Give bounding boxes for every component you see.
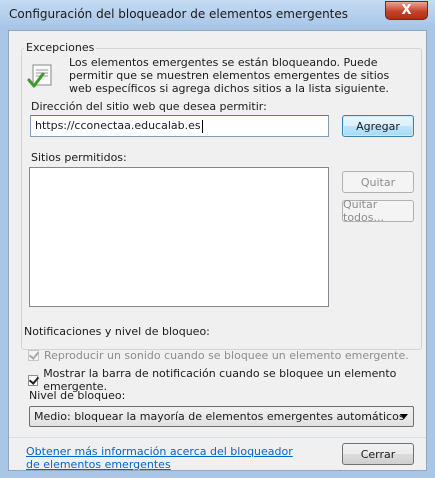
title-bar: Configuración del bloqueador de elemento… — [0, 0, 435, 30]
exceptions-group-label: Excepciones — [24, 41, 97, 54]
sound-option[interactable]: Reproducir un sonido cuando se bloquee u… — [28, 349, 409, 362]
close-button[interactable]: Cerrar — [342, 443, 414, 465]
window-title: Configuración del bloqueador de elemento… — [9, 7, 349, 21]
window-close-button[interactable]: X — [385, 1, 428, 20]
exceptions-description: Los elementos emergentes se están bloque… — [69, 56, 390, 95]
dialog-body: Excepciones Los elementos emergentes se … — [8, 30, 427, 471]
checklist-shield-icon — [27, 64, 52, 88]
blocking-level-value: Medio: bloquear la mayoría de elementos … — [34, 410, 405, 423]
sound-checkbox[interactable] — [28, 350, 39, 361]
sound-option-label: Reproducir un sonido cuando se bloquee u… — [44, 349, 409, 362]
notification-bar-checkbox[interactable] — [28, 374, 39, 386]
chevron-down-icon — [400, 414, 408, 419]
blocking-level-label: Nivel de bloqueo: — [29, 389, 126, 402]
address-label: Dirección del sitio web que desea permit… — [31, 100, 267, 113]
remove-all-button[interactable]: Quitar todos... — [342, 198, 414, 224]
add-button-label: Agregar — [356, 119, 400, 133]
address-input[interactable]: https://cconectaa.educalab.es — [30, 115, 329, 137]
text-caret — [201, 119, 203, 133]
allowed-sites-label: Sitios permitidos: — [31, 151, 127, 164]
allowed-sites-list[interactable] — [29, 167, 329, 307]
close-icon: X — [401, 3, 412, 18]
remove-button-label: Quitar — [360, 175, 396, 189]
remove-button[interactable]: Quitar — [342, 171, 414, 193]
address-value: https://cconectaa.educalab.es — [35, 119, 201, 132]
add-button[interactable]: Agregar — [342, 115, 414, 137]
blocking-level-select[interactable]: Medio: bloquear la mayoría de elementos … — [29, 406, 414, 427]
close-button-label: Cerrar — [360, 447, 396, 461]
footer-divider — [9, 437, 426, 438]
help-link[interactable]: Obtener más información acerca del bloqu… — [26, 445, 296, 471]
remove-all-button-label: Quitar todos... — [343, 198, 384, 224]
notifications-section-label: Notificaciones y nivel de bloqueo: — [24, 325, 210, 338]
